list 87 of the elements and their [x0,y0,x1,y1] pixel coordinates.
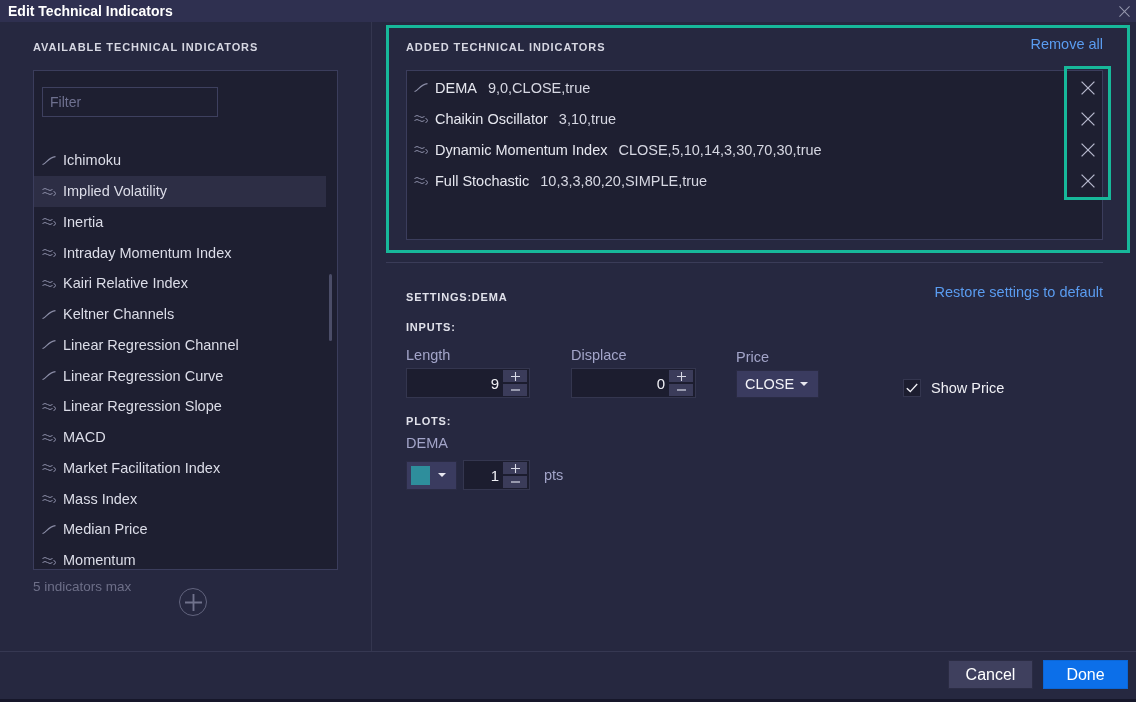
indicator-item[interactable]: Linear Regression Channel [34,329,326,361]
increment-button[interactable] [503,462,527,474]
curve-icon [42,340,56,350]
plus-icon [510,463,520,473]
indicator-item[interactable]: Linear Regression Slope [34,391,326,422]
field-label: Price [736,348,771,366]
close-icon [1080,111,1095,126]
number-field[interactable]: 9 [406,368,530,398]
minus-icon [676,389,686,391]
indicator-params: 9,0,CLOSE,true [487,79,591,96]
wave-icon [42,248,56,258]
increment-button[interactable] [503,370,527,382]
indicator-name[interactable]: DEMA [435,79,477,96]
plus-icon [510,371,520,381]
close-icon [1119,5,1130,17]
indicator-item[interactable]: Median Price [34,514,326,545]
indicator-item[interactable]: Implied Volatility [34,175,326,207]
decrement-button[interactable] [503,476,527,488]
wave-icon [414,145,428,154]
wave-icon [414,114,428,123]
wave-icon [42,217,56,227]
minus-icon [510,389,520,391]
number-field[interactable]: 0 [571,368,696,398]
number-field[interactable]: 1 [463,460,530,490]
close-icon [1080,142,1095,157]
checkbox[interactable] [903,379,921,397]
minus-icon [510,481,520,483]
wave-icon [42,463,56,473]
wave-icon [414,176,428,185]
wave-icon [42,432,56,442]
decrement-button[interactable] [669,384,693,396]
caret-icon [800,382,808,386]
indicator-name[interactable]: Dynamic Momentum Index [435,141,608,158]
field-label: DEMA [406,434,449,452]
curve-icon [42,524,56,534]
check-icon [906,383,918,393]
increment-button[interactable] [669,370,693,382]
close-icon [1080,173,1095,188]
indicator-params: 3,10,true [558,110,617,127]
indicator-name[interactable]: Full Stochastic [435,172,530,189]
indicator-item[interactable]: Intraday Momentum Index [34,237,326,268]
cancel-button[interactable]: Cancel [948,660,1033,689]
color-picker[interactable] [406,460,457,490]
indicator-item[interactable]: Mass Index [34,483,326,514]
filter-field[interactable]: Filter [42,87,218,117]
limit-note: 5 indicators max [33,578,133,596]
remove-all-link[interactable]: Remove all [1030,36,1103,52]
wave-icon [42,186,56,196]
window-title: Edit Technical Indicators [8,2,173,20]
done-button[interactable]: Done [1043,660,1128,689]
indicator-item[interactable]: Kairi Relative Index [34,268,326,299]
price-select[interactable]: CLOSE [736,370,819,398]
indicator-item[interactable]: Market Facilitation Index [34,452,326,484]
field-label: Displace [571,346,628,364]
settings-heading: SETTINGS:DEMA [406,290,508,304]
wave-icon [42,555,56,565]
caret-icon [438,473,446,477]
indicator-item[interactable]: Linear Regression Curve [34,360,326,391]
curve-icon [42,371,56,381]
wave-icon [42,278,56,288]
wave-icon [42,401,56,411]
indicator-item[interactable]: Momentum [34,544,326,569]
restore-defaults-link[interactable]: Restore settings to default [934,284,1103,300]
wave-icon [42,494,56,504]
indicator-params: CLOSE,5,10,14,3,30,70,30,true [618,141,822,158]
close-icon [1080,80,1095,95]
indicator-name[interactable]: Chaikin Oscillator [435,110,548,127]
indicator-params: 10,3,3,80,20,SIMPLE,true [540,172,708,189]
section-heading: AVAILABLE TECHNICAL INDICATORS [33,40,260,54]
indicator-item[interactable]: Inertia [34,206,326,238]
field-label: Length [406,346,452,364]
indicator-item[interactable]: MACD [34,421,326,453]
curve-icon [414,83,428,92]
plus-icon [676,371,686,381]
inputs-heading: INPUTS: [406,320,457,334]
scrollbar-thumb[interactable] [329,274,332,341]
plus-icon [184,593,202,611]
decrement-button[interactable] [503,384,527,396]
section-heading: ADDED TECHNICAL INDICATORS [406,40,606,54]
indicator-item[interactable]: Keltner Channels [34,298,326,330]
curve-icon [42,309,56,319]
unit-label: pts [544,467,564,483]
plots-heading: PLOTS: [406,414,453,428]
indicator-item[interactable]: Ichimoku [34,145,326,176]
curve-icon [42,155,56,165]
close-button[interactable] [1119,5,1130,17]
checkbox-label: Show Price [931,380,1005,396]
